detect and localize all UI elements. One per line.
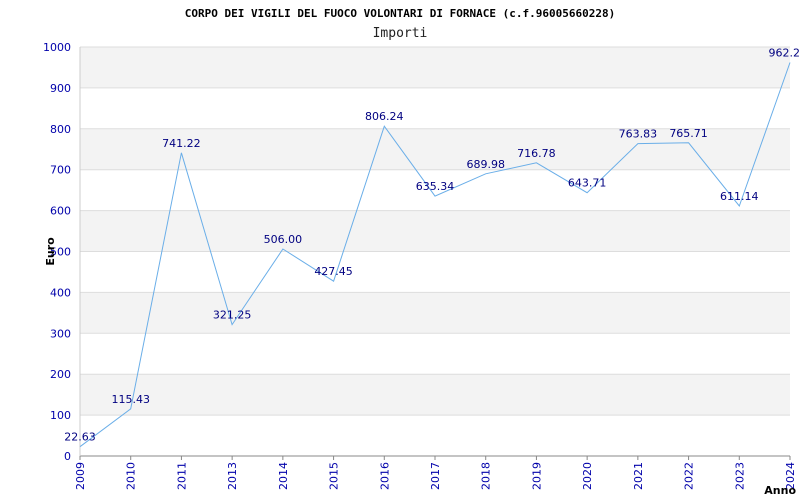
y-tick-label: 1000: [43, 41, 71, 54]
x-tick-label: 2023: [733, 462, 746, 490]
data-label: 962.2: [769, 46, 800, 59]
data-label: 635.34: [416, 180, 455, 193]
x-tick-label: 2022: [683, 462, 696, 490]
grid-band: [80, 292, 790, 334]
data-label: 643.71: [568, 177, 607, 190]
y-tick-label: 200: [50, 368, 71, 381]
data-label: 763.83: [619, 128, 658, 141]
y-tick-label: 700: [50, 164, 71, 177]
y-tick-label: 100: [50, 409, 71, 422]
data-label: 611.14: [720, 190, 759, 203]
data-label: 765.71: [669, 127, 708, 140]
x-tick-label: 2020: [581, 462, 594, 490]
x-tick-labels: 2009 2010 2011 2013 2014 2015 2016 2017 2018 2019…: [74, 456, 797, 490]
y-tick-label: 800: [50, 123, 71, 136]
x-tick-label: 2013: [226, 462, 239, 490]
grid-band: [80, 210, 790, 252]
x-tick-label: 2010: [125, 462, 138, 490]
x-tick-label: 2011: [175, 462, 188, 490]
x-tick-label: 2021: [632, 462, 645, 490]
y-tick-label: 300: [50, 327, 71, 340]
y-tick-label: 0: [64, 450, 71, 463]
grid-band: [80, 374, 790, 416]
data-label: 689.98: [466, 158, 505, 171]
x-tick-label: 2017: [429, 462, 442, 490]
y-tick-label: 400: [50, 286, 71, 299]
data-label: 321.25: [213, 309, 252, 322]
chart-subtitle: Importi: [373, 26, 428, 41]
data-label: 22.63: [64, 431, 96, 444]
x-tick-label: 2015: [328, 462, 341, 490]
x-tick-label: 2009: [74, 462, 87, 490]
data-label: 427.45: [314, 265, 353, 278]
y-tick-label: 900: [50, 82, 71, 95]
data-label: 115.43: [111, 393, 150, 406]
x-axis-label: Anno: [764, 484, 796, 497]
data-label: 806.24: [365, 110, 404, 123]
chart-title: CORPO DEI VIGILI DEL FUOCO VOLONTARI DI …: [185, 7, 615, 20]
y-tick-label: 600: [50, 205, 71, 218]
x-tick-label: 2018: [480, 462, 493, 490]
x-tick-label: 2016: [378, 462, 391, 490]
data-label: 506.00: [264, 233, 303, 246]
data-label: 716.78: [517, 147, 556, 160]
grid-band: [80, 47, 790, 88]
data-label: 741.22: [162, 137, 201, 150]
x-tick-label: 2019: [530, 462, 543, 490]
y-axis-label: Euro: [44, 237, 57, 266]
x-tick-label: 2014: [277, 462, 290, 490]
line-chart: CORPO DEI VIGILI DEL FUOCO VOLONTARI DI …: [43, 7, 800, 497]
background-bands: [80, 47, 790, 416]
